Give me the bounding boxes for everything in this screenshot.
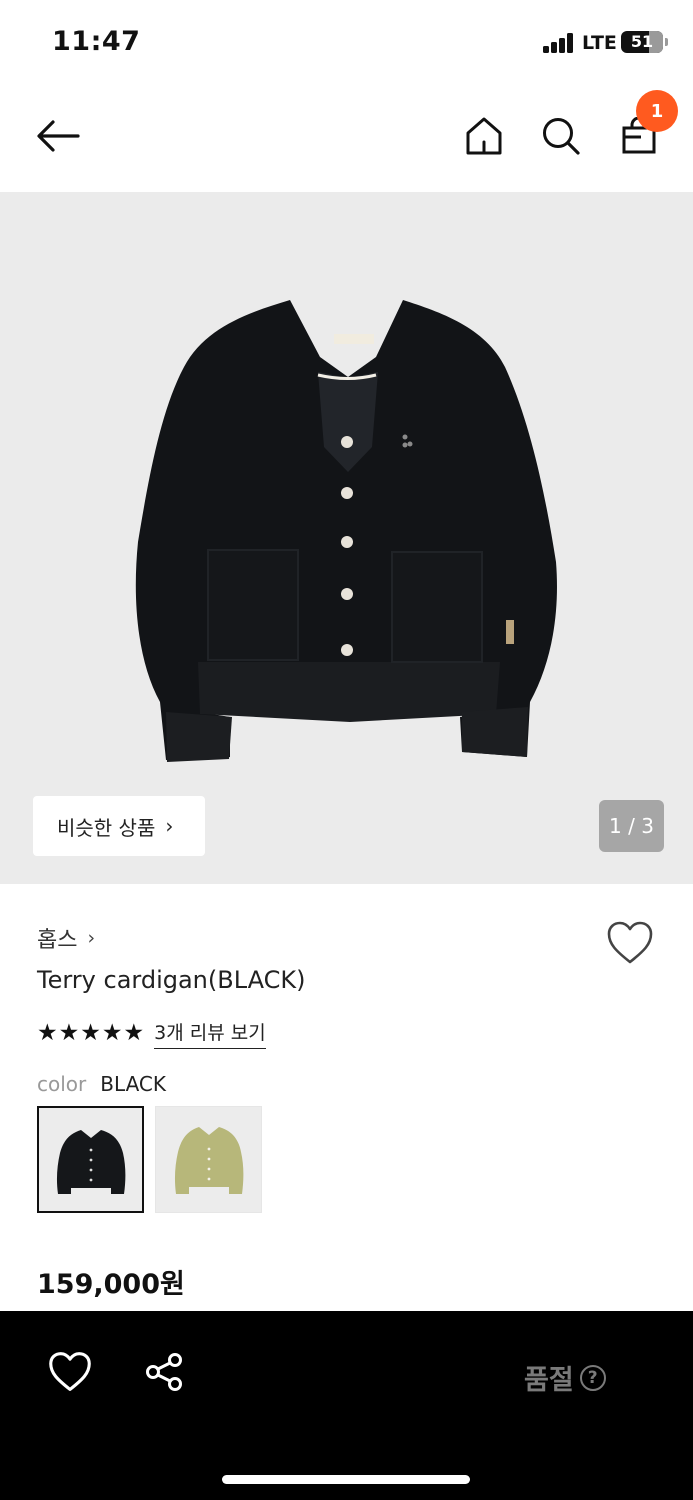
product-photo <box>135 300 557 762</box>
question-circle-icon[interactable]: ? <box>579 1364 606 1391</box>
heart-outline-icon <box>49 1352 91 1391</box>
color-swatch-black[interactable] <box>37 1106 144 1213</box>
star-icon: ★ <box>37 1019 58 1046</box>
top-nav <box>0 86 693 192</box>
battery-icon: 51 <box>621 31 663 53</box>
reviews-link[interactable]: 3개 리뷰 보기 <box>154 1018 266 1049</box>
star-icon: ★ <box>80 1019 101 1046</box>
color-swatch-olive[interactable] <box>155 1106 262 1213</box>
star-rating: ★ ★ ★ ★ ★ <box>37 1019 145 1046</box>
color-row: color BLACK <box>37 1072 166 1096</box>
image-counter: 1 / 3 <box>599 800 664 852</box>
bottom-action-bar <box>0 1311 693 1500</box>
product-price: 159,000원 <box>37 1269 185 1300</box>
share-button[interactable] <box>144 1352 188 1396</box>
star-icon: ★ <box>123 1019 145 1046</box>
chevron-right-icon: › <box>165 814 174 838</box>
soldout-status[interactable]: 품절 ? <box>524 1358 606 1397</box>
battery-level: 51 <box>630 32 654 51</box>
back-button[interactable] <box>28 86 88 186</box>
soldout-label: 품절 <box>524 1365 574 1396</box>
wishlist-button[interactable] <box>606 920 654 966</box>
arrow-left-icon <box>37 120 80 152</box>
swatch-thumbnail <box>174 1127 244 1194</box>
heart-outline-icon <box>607 921 653 964</box>
product-image-gallery[interactable]: 비슷한 상품 › 1 / 3 <box>0 192 693 884</box>
swatch-thumbnail <box>56 1130 126 1194</box>
status-time: 11:47 <box>52 26 141 57</box>
home-indicator <box>222 1475 470 1484</box>
star-icon: ★ <box>58 1019 80 1046</box>
rating-row: ★ ★ ★ ★ ★ 3개 리뷰 보기 <box>37 1017 266 1049</box>
cart-count-badge: 1 <box>636 90 678 132</box>
star-icon: ★ <box>101 1019 123 1046</box>
brand-link[interactable]: 홉스 › <box>37 922 95 954</box>
search-icon <box>543 118 580 155</box>
battery-cap <box>665 38 668 46</box>
similar-products-button[interactable]: 비슷한 상품 › <box>33 796 205 856</box>
bottom-wishlist-button[interactable] <box>48 1350 92 1394</box>
similar-products-label: 비슷한 상품 <box>57 815 156 840</box>
share-icon <box>146 1353 182 1391</box>
chevron-right-icon: › <box>87 927 96 949</box>
home-button[interactable] <box>454 86 514 186</box>
search-button[interactable] <box>531 86 591 186</box>
signal-icon <box>543 33 575 53</box>
status-bar: 11:47 LTE 51 <box>0 0 693 86</box>
brand-name: 홉스 <box>37 928 78 953</box>
color-value: BLACK <box>100 1072 166 1096</box>
color-label: color <box>37 1072 87 1096</box>
network-type: LTE <box>582 32 617 54</box>
product-name: Terry cardigan(BLACK) <box>37 966 306 994</box>
home-icon <box>466 117 502 155</box>
